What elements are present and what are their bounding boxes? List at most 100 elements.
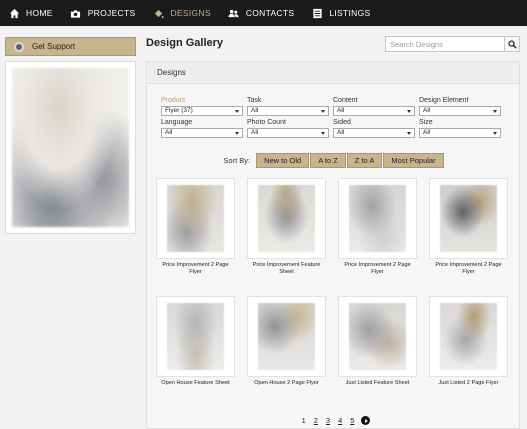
filter-label: Photo Count [247, 119, 286, 126]
chevron-down-icon [493, 131, 497, 135]
projects-icon [70, 7, 82, 19]
photo-count-select[interactable]: All [247, 128, 329, 138]
design-thumbnail-frame [429, 296, 508, 377]
filter-label: Size [419, 119, 433, 126]
nav-item-label: HOME [26, 8, 53, 18]
design-thumbnail [349, 303, 406, 370]
page-link-1[interactable]: 1 [302, 416, 306, 425]
design-element-select[interactable]: All [419, 106, 501, 116]
nav-item-label: PROJECTS [87, 8, 136, 18]
nav-item-designs[interactable]: DESIGNS [152, 0, 211, 26]
size-select[interactable]: All [419, 128, 501, 138]
nav-item-projects[interactable]: PROJECTS [70, 0, 136, 26]
select-value: All [251, 107, 259, 114]
design-card[interactable]: Price Improvement Feature Sheet [247, 178, 326, 296]
select-value: All [165, 129, 173, 136]
search-button[interactable] [505, 36, 520, 52]
filter-product: Product Flyer (37) [161, 96, 247, 116]
design-thumbnail-frame [156, 296, 235, 377]
design-caption: Just Listed 2 Page Flyer [438, 380, 499, 386]
design-card[interactable]: Just Listed 2 Page Flyer [429, 296, 508, 414]
chevron-down-icon [407, 109, 411, 113]
design-thumbnail-frame [338, 178, 417, 259]
sided-select[interactable]: All [333, 128, 415, 138]
select-value: Flyer (37) [165, 107, 193, 114]
design-card[interactable]: Price Improvement 2 Page Flyer [338, 178, 417, 296]
design-card[interactable]: Open House Feature Sheet [156, 296, 235, 414]
design-thumbnail [258, 185, 315, 252]
content-select[interactable]: All [333, 106, 415, 116]
search-box [385, 36, 520, 52]
design-thumbnail-frame [247, 178, 326, 259]
sort-a-to-z-button[interactable]: A to Z [310, 153, 346, 168]
search-input[interactable] [385, 36, 505, 52]
filter-row: Product Flyer (37) Task All Content All … [161, 96, 507, 116]
filter-task: Task All [247, 96, 333, 116]
filter-content: Content All [333, 96, 419, 116]
design-caption: Price Improvement Feature Sheet [252, 262, 321, 275]
support-icon [14, 41, 24, 52]
page-title: Design Gallery [146, 37, 224, 49]
chevron-down-icon [321, 109, 325, 113]
filter-language: Language All [161, 118, 247, 138]
panel-header: Designs [147, 62, 519, 84]
design-card[interactable]: Open House 2 Page Flyer [247, 296, 326, 414]
design-thumbnail [167, 303, 224, 370]
design-caption: Price Improvement 2 Page Flyer [344, 262, 411, 275]
nav-item-label: DESIGNS [170, 8, 211, 18]
top-navigation: HOME PROJECTS DESIGNS CONTACTS LISTINGS [0, 0, 527, 26]
sidebar: Get Support [5, 37, 136, 234]
sort-most-popular-button[interactable]: Most Popular [383, 153, 444, 168]
page-link-2[interactable]: 2 [314, 416, 318, 425]
filter-label: Task [247, 97, 262, 104]
page-link-5[interactable]: 5 [350, 416, 354, 425]
paint-bucket-icon [152, 7, 164, 19]
design-thumbnail [440, 185, 497, 252]
designs-panel: Designs Product Flyer (37) Task All Cont… [146, 61, 520, 429]
get-support-button[interactable]: Get Support [5, 37, 136, 56]
select-value: All [251, 129, 259, 136]
nav-item-listings[interactable]: LISTINGS [311, 0, 370, 26]
select-value: All [337, 107, 345, 114]
chevron-down-icon [321, 131, 325, 135]
chevron-down-icon [493, 109, 497, 113]
design-caption: Price Improvement 2 Page Flyer [162, 262, 229, 275]
sort-new-to-old-button[interactable]: New to Old [256, 153, 310, 168]
product-select[interactable]: Flyer (37) [161, 106, 243, 116]
nav-item-home[interactable]: HOME [8, 0, 53, 26]
page-link-3[interactable]: 3 [326, 416, 330, 425]
filter-sided: Sided All [333, 118, 419, 138]
chevron-down-icon [235, 109, 239, 113]
promo-card[interactable] [5, 61, 136, 234]
design-card[interactable]: Price Improvement 2 Page Flyer [429, 178, 508, 296]
select-value: All [423, 129, 431, 136]
home-icon [8, 7, 20, 19]
design-card[interactable]: Price Improvement 2 Page Flyer [156, 178, 235, 296]
contacts-icon [228, 7, 240, 19]
next-page-icon[interactable] [361, 416, 371, 425]
select-value: All [423, 107, 431, 114]
design-caption: Open House Feature Sheet [161, 380, 230, 386]
filter-label: Design Element [419, 97, 469, 104]
listings-icon [311, 7, 323, 19]
language-select[interactable]: All [161, 128, 243, 138]
filter-row: Language All Photo Count All Sided All S… [161, 118, 507, 138]
promo-image [12, 68, 129, 227]
filter-size: Size All [419, 118, 505, 138]
filter-label: Product [161, 97, 186, 104]
page-link-4[interactable]: 4 [338, 416, 342, 425]
sort-z-to-a-button[interactable]: Z to A [346, 153, 383, 168]
design-caption: Open House 2 Page Flyer [254, 380, 319, 386]
chevron-down-icon [235, 131, 239, 135]
design-gallery: Price Improvement 2 Page Flyer Price Imp… [156, 178, 516, 414]
search-icon [507, 39, 517, 49]
design-thumbnail-frame [156, 178, 235, 259]
design-thumbnail [349, 185, 406, 252]
design-thumbnail [167, 185, 224, 252]
nav-item-contacts[interactable]: CONTACTS [228, 0, 295, 26]
get-support-label: Get Support [32, 42, 76, 51]
design-card[interactable]: Just Listed Feature Sheet [338, 296, 417, 414]
task-select[interactable]: All [247, 106, 329, 116]
select-value: All [337, 129, 345, 136]
nav-item-label: LISTINGS [329, 8, 371, 18]
